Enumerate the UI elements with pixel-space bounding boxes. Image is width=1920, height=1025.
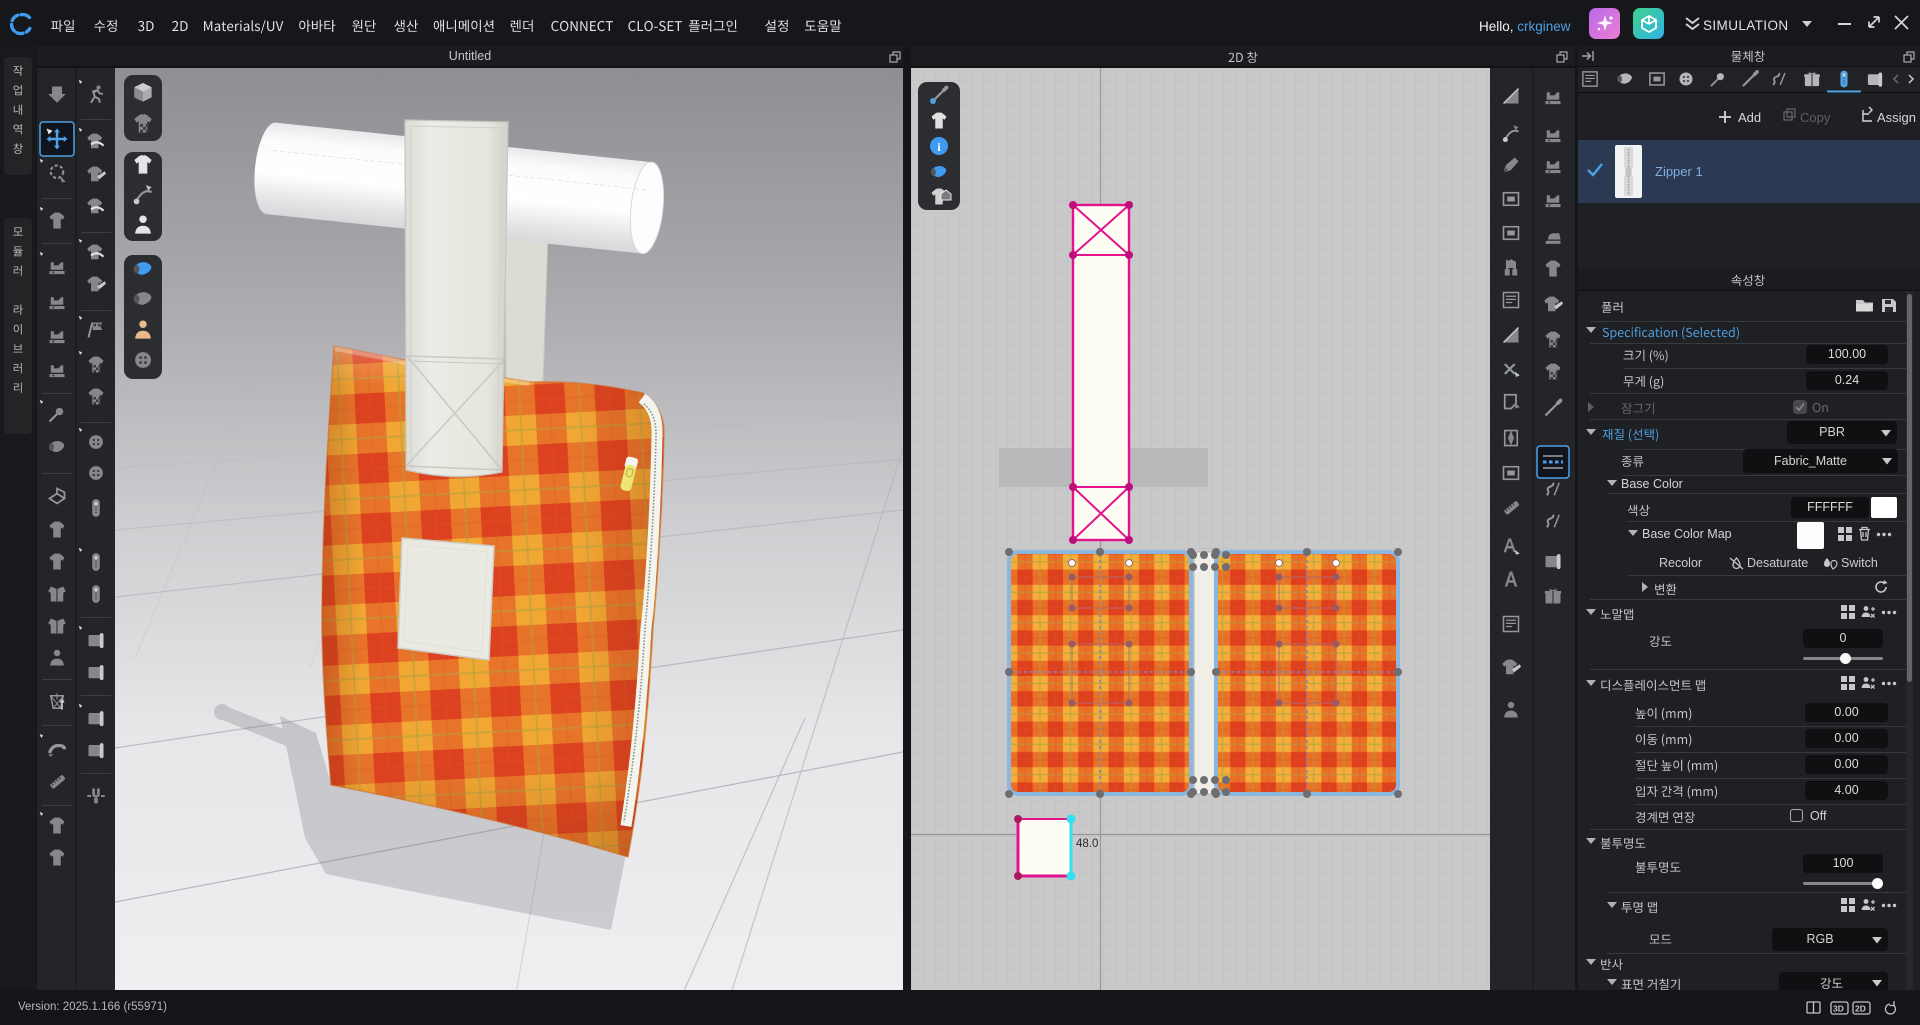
svg-text:3D: 3D: [1833, 1004, 1844, 1014]
svg-text:Add: Add: [1738, 110, 1761, 125]
svg-text:Copy: Copy: [1800, 110, 1831, 125]
svg-text:Assign: Assign: [1877, 110, 1916, 125]
svg-text:2D: 2D: [1855, 1004, 1866, 1014]
